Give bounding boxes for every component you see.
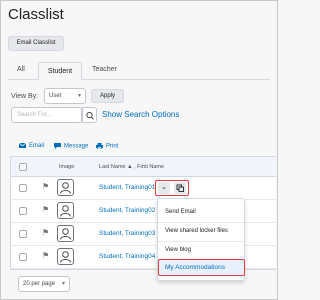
user-icon bbox=[60, 251, 71, 263]
avatar bbox=[57, 179, 74, 196]
chevron-down-icon: ⌄ bbox=[161, 184, 167, 191]
envelope-icon bbox=[19, 143, 26, 148]
per-page-value: 20 per page bbox=[23, 281, 56, 287]
menu-divider bbox=[158, 241, 244, 242]
table-header: Image Last Name ▲ , First Name bbox=[11, 157, 276, 177]
avatar bbox=[57, 225, 74, 242]
role-tabs: All Student Teacher bbox=[8, 62, 270, 81]
email-action[interactable]: Email bbox=[19, 143, 44, 149]
student-name-link[interactable]: Student, Training04 bbox=[99, 253, 155, 260]
print-action[interactable]: Print bbox=[96, 143, 118, 150]
user-icon bbox=[60, 205, 71, 217]
show-search-options-link[interactable]: Show Search Options bbox=[102, 110, 179, 119]
user-icon bbox=[60, 182, 71, 194]
search-input[interactable]: Search For... bbox=[11, 107, 82, 123]
select-all-checkbox[interactable] bbox=[19, 163, 27, 171]
flag-icon[interactable]: ⚑ bbox=[42, 182, 49, 191]
menu-item-view-blog[interactable]: View blog bbox=[165, 247, 191, 253]
copy-button[interactable] bbox=[174, 182, 186, 194]
row-checkbox[interactable] bbox=[19, 207, 27, 215]
message-label: Message bbox=[64, 143, 89, 150]
student-name-link[interactable]: Student, Training01 bbox=[99, 184, 155, 191]
table-row: ⚑ Student, Training01 bbox=[11, 177, 276, 200]
message-icon bbox=[54, 143, 61, 149]
flag-icon[interactable]: ⚑ bbox=[42, 205, 49, 214]
page-title: Classlist bbox=[8, 6, 64, 23]
print-label: Print bbox=[106, 143, 119, 150]
flag-icon[interactable]: ⚑ bbox=[42, 251, 49, 260]
row-checkbox[interactable] bbox=[19, 184, 27, 192]
menu-item-my-accommodations[interactable]: My Accommodations bbox=[158, 259, 245, 276]
menu-item-my-accommodations-label: My Accommodations bbox=[165, 264, 225, 271]
tab-teacher[interactable]: Teacher bbox=[92, 66, 117, 73]
message-action[interactable]: Message bbox=[54, 143, 88, 150]
apply-button[interactable]: Apply bbox=[91, 89, 124, 103]
email-label: Email bbox=[29, 143, 45, 150]
tab-student[interactable]: Student bbox=[38, 62, 82, 81]
row-checkbox[interactable] bbox=[19, 230, 27, 238]
view-by-label: View By: bbox=[11, 93, 39, 100]
user-icon bbox=[60, 228, 71, 240]
chevron-down-icon: ▾ bbox=[77, 93, 81, 99]
context-menu-button[interactable]: ⌄ bbox=[158, 182, 170, 194]
student-name-link[interactable]: Student, Training02 bbox=[99, 207, 155, 214]
image-column-header: Image bbox=[59, 164, 75, 170]
menu-item-send-email[interactable]: Send Email bbox=[165, 209, 196, 215]
avatar bbox=[57, 248, 74, 265]
name-column-header[interactable]: Last Name ▲ , First Name bbox=[99, 164, 164, 170]
flag-icon[interactable]: ⚑ bbox=[42, 228, 49, 237]
chevron-down-icon: ▾ bbox=[61, 281, 65, 287]
avatar bbox=[57, 202, 74, 219]
view-by-select[interactable]: User ▾ bbox=[44, 88, 86, 104]
tab-all[interactable]: All bbox=[17, 66, 25, 73]
menu-item-view-shared-locker[interactable]: View shared locker files bbox=[165, 228, 228, 234]
per-page-select[interactable]: 20 per page ▾ bbox=[18, 276, 70, 292]
student-name-link[interactable]: Student, Training03 bbox=[99, 230, 155, 237]
email-classlist-button[interactable]: Email Classlist bbox=[8, 36, 64, 51]
view-by-value: User bbox=[49, 93, 62, 99]
printer-icon bbox=[96, 143, 103, 149]
context-menu: Send Email View shared locker files View… bbox=[157, 198, 245, 281]
copy-icon bbox=[176, 184, 184, 192]
row-checkbox[interactable] bbox=[19, 253, 27, 261]
search-button[interactable] bbox=[82, 107, 97, 123]
search-icon bbox=[86, 111, 94, 120]
menu-divider bbox=[158, 222, 244, 223]
